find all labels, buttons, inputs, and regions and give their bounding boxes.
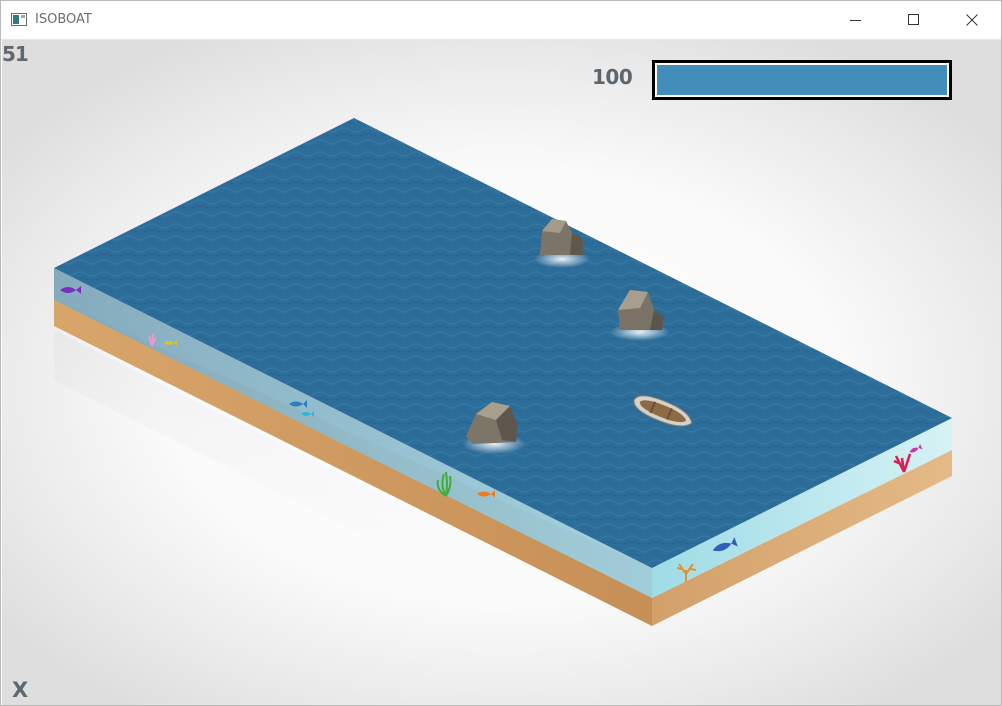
- close-button[interactable]: [943, 1, 1001, 39]
- title-bar[interactable]: ISOBOAT: [1, 1, 1001, 40]
- fps-counter: 51: [2, 42, 29, 66]
- maximize-button[interactable]: [885, 1, 943, 39]
- window-title: ISOBOAT: [35, 12, 92, 27]
- health-bar-fill: [657, 65, 947, 95]
- bottom-left-label[interactable]: X: [12, 678, 28, 702]
- minimize-icon: [850, 20, 861, 21]
- app-window: ISOBOAT 51 100 X: [0, 0, 1002, 706]
- maximize-icon: [908, 14, 919, 25]
- minimize-button[interactable]: [827, 1, 885, 39]
- app-icon: [11, 13, 27, 26]
- game-viewport[interactable]: 51 100 X: [2, 40, 1001, 705]
- health-bar: [652, 60, 952, 100]
- iso-board: [54, 118, 952, 680]
- score-value: 100: [592, 65, 633, 89]
- close-icon: [966, 14, 978, 26]
